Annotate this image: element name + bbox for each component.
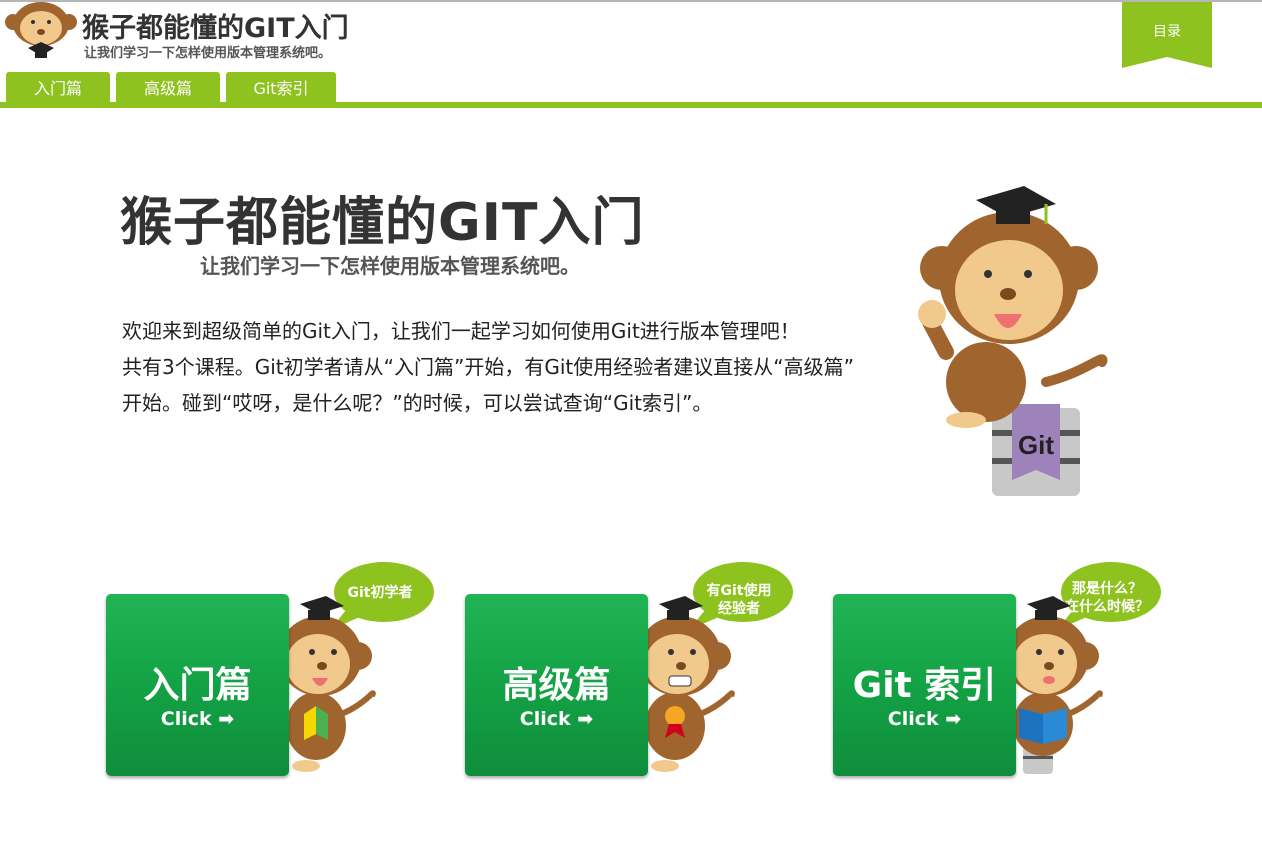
monkey-mascot-icon bbox=[1013, 596, 1103, 774]
course-card[interactable]: Git 索引 Click ➡ bbox=[833, 594, 1016, 776]
hero-title: 猴子都能懂的GIT入门 bbox=[120, 193, 645, 253]
intro-line: 共有3个课程。Git初学者请从“入门篇”开始，有Git使用经验者建议直接从“高级… bbox=[122, 355, 854, 379]
site-header: 猴子都能懂的GIT入门 让我们学习一下怎样使用版本管理系统吧。 目录 入门篇 高… bbox=[0, 2, 1262, 104]
course-beginner[interactable]: Git初学者 入门篇 Click ➡ bbox=[106, 560, 446, 780]
course-card[interactable]: 入门篇 Click ➡ bbox=[106, 594, 289, 776]
site-subtitle: 让我们学习一下怎样使用版本管理系统吧。 bbox=[84, 46, 332, 61]
svg-text:Git: Git bbox=[1018, 430, 1054, 460]
intro-line: 欢迎来到超级简单的Git入门，让我们一起学习如何使用Git进行版本管理吧！ bbox=[122, 319, 800, 343]
click-label: Click ➡ bbox=[160, 708, 235, 730]
intro-text: 欢迎来到超级简单的Git入门，让我们一起学习如何使用Git进行版本管理吧！ 共有… bbox=[122, 313, 932, 421]
nav-tabs: 入门篇 高级篇 Git索引 bbox=[6, 72, 336, 104]
tab-git-index[interactable]: Git索引 bbox=[226, 72, 336, 104]
monkey-mascot-icon bbox=[645, 596, 735, 772]
hero-subtitle: 让我们学习一下怎样使用版本管理系统吧。 bbox=[200, 254, 580, 278]
monkey-mascot-icon: Git bbox=[918, 186, 1108, 496]
intro-line: 开始。碰到“哎呀，是什么呢？”的时候，可以尝试查询“Git索引”。 bbox=[122, 391, 713, 415]
course-card[interactable]: 高级篇 Click ➡ bbox=[465, 594, 648, 776]
tab-advanced[interactable]: 高级篇 bbox=[116, 72, 220, 104]
header-divider bbox=[0, 102, 1262, 108]
monkey-logo-icon[interactable] bbox=[4, 2, 78, 60]
monkey-mascot-icon bbox=[286, 596, 376, 772]
course-git-index[interactable]: 那是什么？ 在什么时候？ Git 索引 Click ➡ bbox=[833, 560, 1173, 780]
course-title: 入门篇 bbox=[143, 665, 252, 706]
site-title[interactable]: 猴子都能懂的GIT入门 bbox=[82, 6, 349, 45]
click-label: Click ➡ bbox=[887, 708, 962, 730]
course-advanced[interactable]: 有Git使用 经验者 高级篇 Click ➡ bbox=[465, 560, 805, 780]
toc-label: 目录 bbox=[1153, 24, 1181, 40]
git-database-icon: Git bbox=[992, 404, 1080, 496]
course-title: 高级篇 bbox=[502, 665, 611, 706]
toc-button[interactable]: 目录 bbox=[1122, 2, 1212, 68]
tab-beginner[interactable]: 入门篇 bbox=[6, 72, 110, 104]
click-label: Click ➡ bbox=[519, 708, 594, 730]
course-title: Git 索引 bbox=[852, 665, 997, 706]
